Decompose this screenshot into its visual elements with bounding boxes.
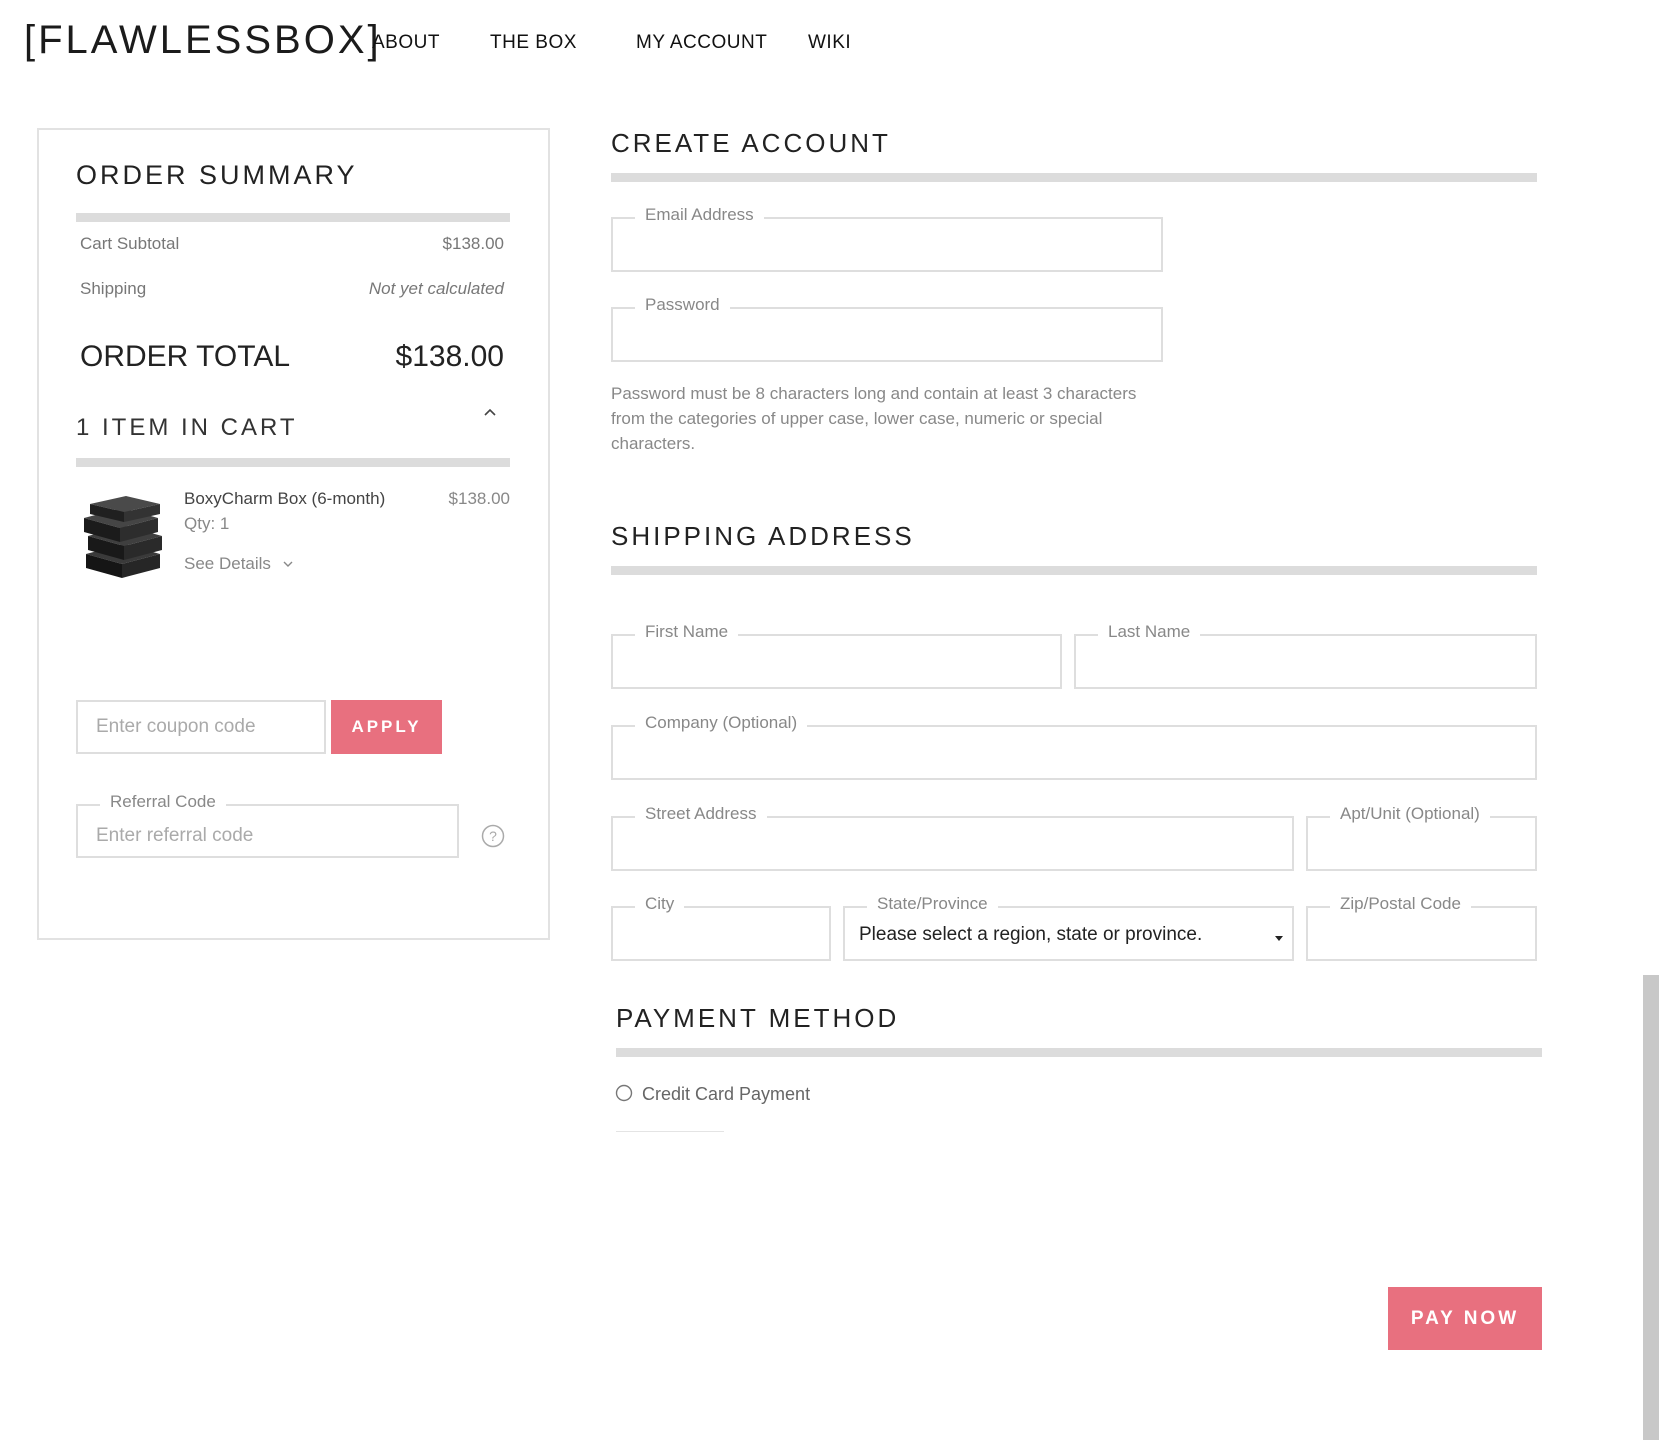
password-field: Password — [611, 295, 1163, 362]
logo-bracket-left-icon: [ — [24, 18, 39, 62]
shipping-address-divider — [611, 566, 1537, 575]
svg-text:?: ? — [489, 828, 497, 844]
company-input[interactable] — [613, 727, 1535, 778]
street-address-field: Street Address — [611, 804, 1294, 871]
apply-coupon-button[interactable]: APPLY — [331, 700, 442, 754]
nav-the-box[interactable]: THE BOX — [490, 32, 577, 54]
dropdown-caret-icon — [1274, 930, 1284, 941]
items-in-cart-heading: 1 ITEM IN CART — [76, 414, 298, 441]
password-requirements-text: Password must be 8 characters long and c… — [611, 384, 1137, 453]
nav-my-account[interactable]: MY ACCOUNT — [636, 32, 767, 54]
zip-postal-input[interactable] — [1308, 908, 1535, 959]
order-summary-divider — [76, 213, 510, 222]
company-field: Company (Optional) — [611, 713, 1537, 780]
nav-about[interactable]: ABOUT — [372, 32, 440, 54]
chevron-down-icon — [282, 555, 294, 575]
cart-subtotal-value: $138.00 — [442, 234, 504, 253]
logo-text: FLAWLESSBOX — [38, 18, 368, 62]
city-input[interactable] — [613, 908, 829, 959]
password-input[interactable] — [613, 309, 1161, 360]
product-name: BoxyCharm Box (6-month) — [184, 489, 386, 508]
payment-method-divider — [616, 1048, 1542, 1057]
items-divider — [76, 458, 510, 467]
see-details-label: See Details — [184, 554, 271, 573]
street-address-input[interactable] — [613, 818, 1292, 869]
create-account-divider — [611, 173, 1537, 182]
collapse-chevron-up-icon[interactable] — [482, 404, 498, 420]
credit-card-radio[interactable] — [615, 1084, 633, 1102]
apt-unit-field: Apt/Unit (Optional) — [1306, 804, 1537, 871]
shipping-value: Not yet calculated — [368, 279, 504, 298]
page-scrollbar[interactable] — [1643, 975, 1659, 1440]
apt-unit-input[interactable] — [1308, 818, 1535, 869]
last-name-input[interactable] — [1076, 636, 1535, 687]
pay-now-button[interactable]: PAY NOW — [1388, 1287, 1542, 1350]
coupon-input[interactable] — [78, 702, 324, 752]
last-name-field: Last Name — [1074, 622, 1537, 689]
order-total-label: ORDER TOTAL — [80, 340, 291, 373]
order-summary-title: ORDER SUMMARY — [76, 160, 358, 190]
referral-field: Referral Code — [76, 792, 459, 858]
brand-logo[interactable]: [FLAWLESSBOX] — [24, 14, 382, 66]
payment-form-separator — [616, 1131, 724, 1132]
email-input[interactable] — [613, 219, 1161, 270]
nav-wiki[interactable]: WIKI — [808, 32, 851, 54]
first-name-input[interactable] — [613, 636, 1060, 687]
state-province-select[interactable]: State/Province Please select a region, s… — [843, 894, 1294, 961]
order-total-value: $138.00 — [395, 340, 504, 373]
zip-postal-field: Zip/Postal Code — [1306, 894, 1537, 961]
product-thumbnail-image — [80, 492, 164, 582]
state-province-selected-value: Please select a region, state or provinc… — [859, 924, 1203, 945]
state-province-legend: State/Province — [867, 894, 998, 914]
coupon-field — [76, 700, 326, 754]
city-field: City — [611, 894, 831, 961]
payment-method-title: PAYMENT METHOD — [616, 1003, 900, 1033]
referral-input[interactable] — [78, 806, 457, 856]
see-details-toggle[interactable]: See Details — [184, 554, 294, 575]
product-price: $138.00 — [448, 489, 510, 508]
create-account-title: CREATE ACCOUNT — [611, 128, 891, 158]
shipping-label: Shipping — [80, 279, 147, 298]
cart-subtotal-label: Cart Subtotal — [80, 234, 180, 253]
credit-card-label[interactable]: Credit Card Payment — [642, 1084, 810, 1105]
first-name-field: First Name — [611, 622, 1062, 689]
product-qty: Qty: 1 — [184, 514, 230, 533]
email-field: Email Address — [611, 205, 1163, 272]
shipping-address-title: SHIPPING ADDRESS — [611, 521, 915, 551]
help-question-icon[interactable]: ? — [481, 824, 505, 848]
